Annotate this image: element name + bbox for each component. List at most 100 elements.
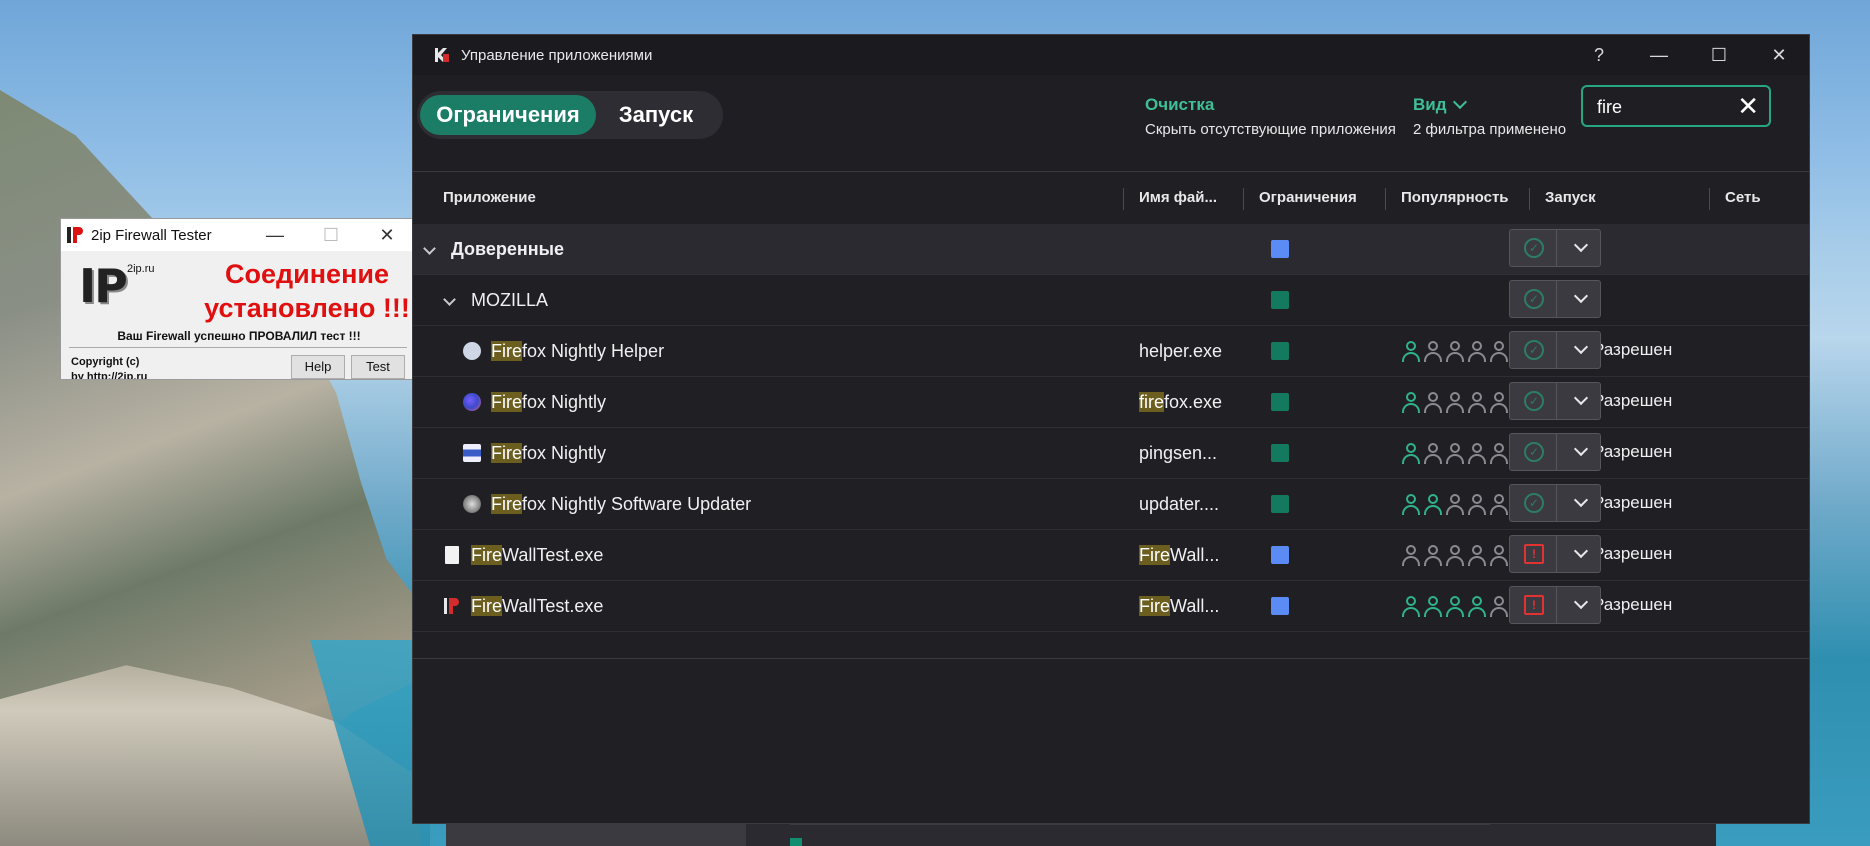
column-restrictions[interactable]: Ограничения bbox=[1243, 172, 1357, 224]
user-icon bbox=[1489, 493, 1509, 515]
launch-status: Разрешен bbox=[1593, 391, 1673, 410]
filter-clean[interactable]: Очистка Скрыть отсутствующие приложения bbox=[1145, 95, 1396, 138]
user-icon bbox=[1423, 391, 1443, 413]
toolbar: Ограничения Запуск Очистка Скрыть отсутс… bbox=[413, 75, 1809, 171]
app-control-window: Управление приложениями ? — ☐ ✕ Ограниче… bbox=[412, 34, 1810, 824]
chevron-down-icon bbox=[1452, 94, 1467, 110]
restriction-icon[interactable] bbox=[1271, 444, 1289, 462]
window-title: Управление приложениями bbox=[461, 46, 653, 64]
group-row-mozilla[interactable]: MOZILLA ✓ bbox=[413, 275, 1809, 326]
user-icon bbox=[1423, 442, 1443, 464]
tab-restrictions[interactable]: Ограничения bbox=[420, 95, 596, 135]
restriction-icon[interactable] bbox=[1271, 597, 1289, 615]
tester-close-button[interactable]: ✕ bbox=[359, 225, 415, 246]
network-control[interactable]: ! bbox=[1509, 586, 1601, 624]
network-control[interactable]: ✓ bbox=[1509, 433, 1601, 471]
close-button[interactable]: ✕ bbox=[1749, 45, 1809, 66]
table-row[interactable]: Firefox Nightly Software Updater updater… bbox=[413, 479, 1809, 530]
filter-view[interactable]: Вид 2 фильтра применено bbox=[1413, 94, 1566, 138]
search-input[interactable] bbox=[1595, 95, 1729, 119]
search-box[interactable]: ✕ bbox=[1581, 85, 1771, 127]
column-popularity[interactable]: Популярность bbox=[1385, 172, 1509, 224]
network-control[interactable]: ! bbox=[1509, 535, 1601, 573]
app-name: FireWallTest.exe bbox=[471, 596, 604, 616]
chevron-down-icon[interactable] bbox=[1573, 543, 1589, 559]
tab-launch[interactable]: Запуск bbox=[597, 95, 715, 135]
user-icon bbox=[1445, 391, 1465, 413]
network-control[interactable]: ✓ bbox=[1509, 382, 1601, 420]
network-control[interactable]: ✓ bbox=[1509, 331, 1601, 369]
restriction-icon[interactable] bbox=[1271, 393, 1289, 411]
table-row[interactable]: FireWallTest.exe FireWall... Разрешен ! bbox=[413, 581, 1809, 632]
column-launch[interactable]: Запуск bbox=[1529, 172, 1596, 224]
updater-icon bbox=[463, 495, 481, 513]
restriction-icon[interactable] bbox=[1271, 342, 1289, 360]
column-network[interactable]: Сеть bbox=[1709, 172, 1761, 224]
table-row[interactable]: Firefox Nightly firefox.exe Разрешен ✓ bbox=[413, 377, 1809, 428]
user-icon bbox=[1489, 391, 1509, 413]
popularity-rating bbox=[1401, 391, 1509, 413]
chevron-down-icon[interactable] bbox=[1573, 237, 1589, 253]
restriction-icon[interactable] bbox=[1271, 495, 1289, 513]
user-icon bbox=[1467, 442, 1487, 464]
restriction-icon[interactable] bbox=[1271, 291, 1289, 309]
user-icon bbox=[1401, 595, 1421, 617]
column-file[interactable]: Имя фай... bbox=[1123, 172, 1217, 224]
warning-icon: ! bbox=[1524, 544, 1544, 564]
check-circle-icon: ✓ bbox=[1524, 442, 1544, 462]
table-row[interactable]: FireWallTest.exe FireWall... Разрешен ! bbox=[413, 530, 1809, 581]
help-button[interactable]: Help bbox=[291, 355, 345, 379]
chevron-down-icon[interactable] bbox=[1573, 594, 1589, 610]
file-name: FireWall... bbox=[1139, 545, 1220, 565]
chevron-down-icon[interactable] bbox=[1573, 339, 1589, 355]
user-icon bbox=[1467, 595, 1487, 617]
app-name: Firefox Nightly Software Updater bbox=[491, 494, 752, 514]
maximize-button[interactable]: ☐ bbox=[1689, 45, 1749, 66]
connection-message: Соединение установлено !!! bbox=[204, 259, 410, 323]
chevron-down-icon[interactable] bbox=[423, 242, 436, 255]
table-row[interactable]: Firefox Nightly Helper helper.exe Разреш… bbox=[413, 326, 1809, 377]
user-icon bbox=[1489, 544, 1509, 566]
table-row[interactable]: Firefox Nightly pingsen... Разрешен ✓ bbox=[413, 428, 1809, 479]
firefox-helper-icon bbox=[463, 342, 481, 360]
tester-title: 2ip Firewall Tester bbox=[91, 226, 212, 244]
column-app[interactable]: Приложение bbox=[443, 172, 536, 224]
user-icon bbox=[1401, 391, 1421, 413]
app-name: Firefox Nightly bbox=[491, 443, 607, 463]
filter-view-heading[interactable]: Вид bbox=[1413, 94, 1566, 115]
network-control[interactable]: ✓ bbox=[1509, 280, 1601, 318]
user-icon bbox=[1401, 544, 1421, 566]
network-control[interactable]: ✓ bbox=[1509, 229, 1601, 267]
check-circle-icon: ✓ bbox=[1524, 391, 1544, 411]
user-icon bbox=[1445, 340, 1465, 362]
clear-search-icon[interactable]: ✕ bbox=[1737, 91, 1759, 121]
pingsender-icon bbox=[463, 444, 481, 462]
minimize-button[interactable]: — bbox=[1629, 45, 1689, 66]
restriction-icon[interactable] bbox=[1271, 546, 1289, 564]
test-button[interactable]: Test bbox=[351, 355, 405, 379]
user-icon bbox=[1467, 544, 1487, 566]
chevron-down-icon[interactable] bbox=[443, 293, 456, 306]
group-row-trusted[interactable]: Доверенные ✓ bbox=[413, 224, 1809, 275]
user-icon bbox=[1489, 595, 1509, 617]
chevron-down-icon[interactable] bbox=[1573, 492, 1589, 508]
list-bottom-divider bbox=[413, 658, 1809, 659]
chevron-down-icon[interactable] bbox=[1573, 390, 1589, 406]
popularity-rating bbox=[1401, 442, 1509, 464]
restriction-icon[interactable] bbox=[1271, 240, 1289, 258]
warning-icon: ! bbox=[1524, 595, 1544, 615]
tester-minimize-button[interactable]: — bbox=[247, 225, 303, 246]
2ip-big-logo: IP bbox=[79, 259, 128, 313]
network-control[interactable]: ✓ bbox=[1509, 484, 1601, 522]
2ip-logo-icon bbox=[67, 227, 83, 243]
app-titlebar[interactable]: Управление приложениями ? — ☐ ✕ bbox=[413, 35, 1809, 75]
firefox-nightly-icon bbox=[463, 393, 481, 411]
filter-clean-sub: Скрыть отсутствующие приложения bbox=[1145, 121, 1396, 138]
filter-clean-heading[interactable]: Очистка bbox=[1145, 95, 1396, 115]
chevron-down-icon[interactable] bbox=[1573, 441, 1589, 457]
chevron-down-icon[interactable] bbox=[1573, 288, 1589, 304]
help-icon[interactable]: ? bbox=[1569, 45, 1629, 66]
user-icon bbox=[1423, 544, 1443, 566]
tester-titlebar[interactable]: 2ip Firewall Tester — ☐ ✕ bbox=[61, 219, 415, 251]
check-circle-icon: ✓ bbox=[1524, 340, 1544, 360]
